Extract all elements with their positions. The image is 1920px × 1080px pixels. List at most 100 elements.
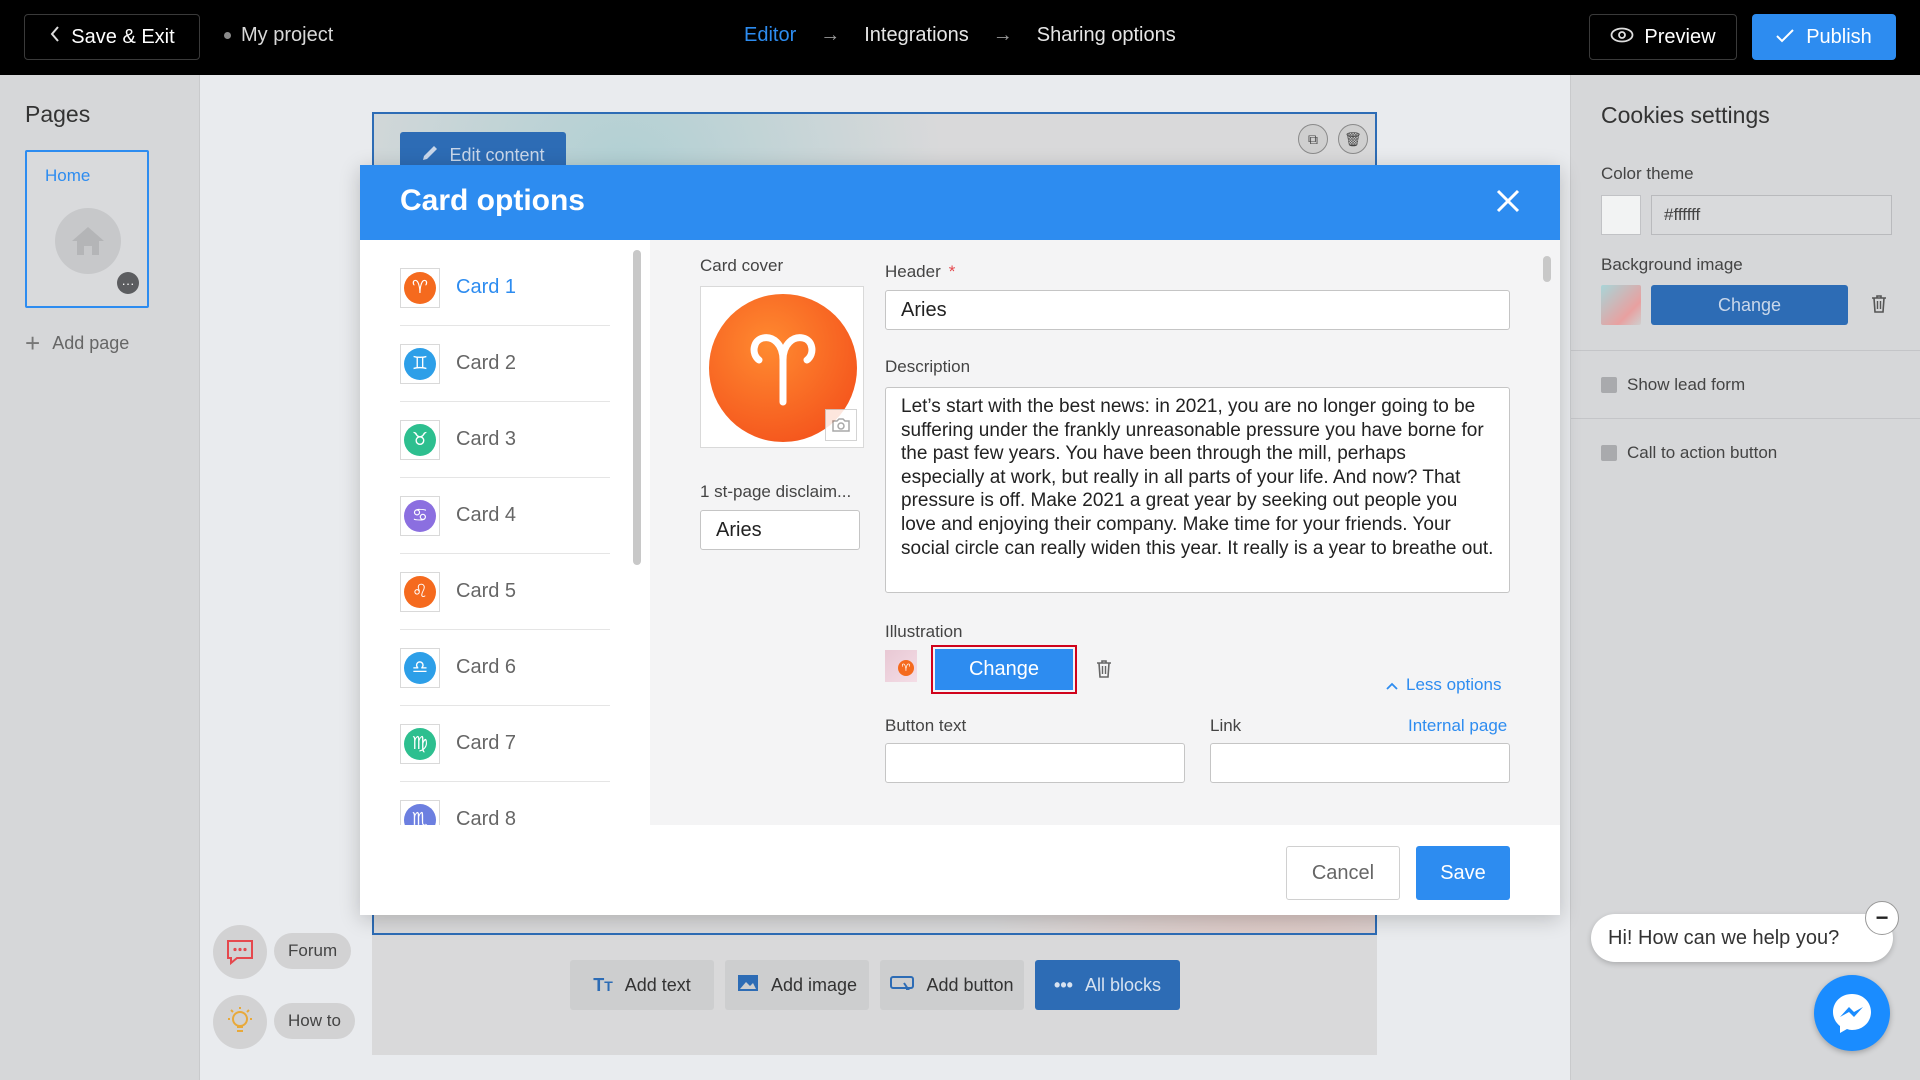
card-label: Card 5 xyxy=(456,580,517,602)
disclaimer-label: 1 st-page disclaim... xyxy=(700,482,852,501)
zodiac-icon: ♏ xyxy=(400,799,440,825)
page-label: Home xyxy=(45,166,91,185)
card-item-2[interactable]: ♊ Card 2 xyxy=(400,326,610,402)
cta-toggle[interactable]: Call to action button xyxy=(1601,443,1777,463)
divider xyxy=(1571,350,1920,351)
camera-icon[interactable] xyxy=(825,409,857,441)
step-nav: Editor → Integrations → Sharing options xyxy=(744,24,1176,47)
modal-header: Card options xyxy=(360,165,1560,240)
card-item-7[interactable]: ♍ Card 7 xyxy=(400,706,610,782)
card-item-4[interactable]: ♋ Card 4 xyxy=(400,478,610,554)
divider xyxy=(1571,418,1920,419)
less-options-link[interactable]: Less options xyxy=(1386,675,1501,695)
illustration-label: Illustration xyxy=(885,622,963,641)
page-thumbnail-home[interactable]: Home ··· xyxy=(25,150,149,308)
eye-icon xyxy=(1610,26,1634,49)
save-button[interactable]: Save xyxy=(1416,846,1510,900)
preview-button[interactable]: Preview xyxy=(1589,14,1737,60)
forum-label[interactable]: Forum xyxy=(274,933,352,969)
settings-title: Cookies settings xyxy=(1601,102,1770,128)
project-name[interactable]: My project xyxy=(224,24,333,47)
add-image-button[interactable]: Add image xyxy=(725,960,869,1010)
cancel-button[interactable]: Cancel xyxy=(1286,846,1400,900)
zodiac-icon: ♉ xyxy=(400,419,440,460)
trash-icon[interactable]: 🗑 xyxy=(1338,124,1368,154)
internal-page-link[interactable]: Internal page xyxy=(1408,716,1507,736)
trash-icon[interactable] xyxy=(1871,294,1887,320)
save-exit-label: Save & Exit xyxy=(71,25,175,48)
card-item-6[interactable]: ♎ Card 6 xyxy=(400,630,610,706)
step-editor[interactable]: Editor xyxy=(744,24,796,47)
arrow-right-icon: → xyxy=(820,24,841,46)
editor-scrollbar[interactable] xyxy=(1543,256,1551,282)
top-bar: Save & Exit My project Editor → Integrat… xyxy=(0,0,1920,75)
background-change-button[interactable]: Change xyxy=(1651,285,1848,325)
disclaimer-input[interactable]: Aries xyxy=(700,510,860,550)
zodiac-symbol: ♏ xyxy=(404,803,436,825)
close-icon[interactable] xyxy=(1492,185,1524,217)
duplicate-icon[interactable]: ⧉ xyxy=(1298,124,1328,154)
messenger-icon[interactable] xyxy=(1814,975,1890,1051)
arrow-right-icon: → xyxy=(992,24,1013,46)
step-sharing-options[interactable]: Sharing options xyxy=(1037,24,1176,47)
zodiac-symbol: ♍ xyxy=(404,727,436,760)
chevron-up-icon xyxy=(1386,675,1398,695)
required-icon: * xyxy=(948,262,956,281)
add-image-label: Add image xyxy=(770,974,858,995)
pages-title: Pages xyxy=(25,101,91,127)
zodiac-symbol: ♈ xyxy=(404,271,436,304)
card-label: Card 7 xyxy=(456,732,517,754)
color-swatch[interactable] xyxy=(1601,195,1641,235)
zodiac-icon: ♎ xyxy=(400,647,440,688)
card-label: Card 3 xyxy=(456,428,517,450)
forum-icon[interactable] xyxy=(213,925,267,979)
howto-label[interactable]: How to xyxy=(274,1003,355,1039)
illustration-change-button[interactable]: Change xyxy=(931,645,1077,694)
step-integrations[interactable]: Integrations xyxy=(864,24,969,47)
card-label: Card 4 xyxy=(456,504,517,526)
show-lead-form-toggle[interactable]: Show lead form xyxy=(1601,375,1745,395)
button-text-label: Button text xyxy=(885,716,967,735)
publish-button[interactable]: Publish xyxy=(1752,14,1896,60)
card-label: Card 2 xyxy=(456,352,517,374)
card-item-5[interactable]: ♌ Card 5 xyxy=(400,554,610,630)
card-list-scrollbar[interactable] xyxy=(633,250,641,565)
description-label: Description xyxy=(885,357,971,376)
description-textarea[interactable]: Let’s start with the best news: in 2021,… xyxy=(885,387,1510,593)
card-item-8[interactable]: ♏ Card 8 xyxy=(400,782,610,825)
checkbox[interactable] xyxy=(1601,377,1617,393)
minimize-icon[interactable]: − xyxy=(1865,901,1899,935)
lightbulb-icon[interactable] xyxy=(213,995,267,1049)
link-input[interactable] xyxy=(1210,743,1510,783)
zodiac-icon: ♌ xyxy=(400,571,440,612)
canvas-blocks-bar xyxy=(372,935,1377,1055)
modal-title: Card options xyxy=(400,184,585,217)
trash-icon[interactable] xyxy=(1096,659,1112,684)
zodiac-icon: ♈ xyxy=(400,267,440,308)
zodiac-icon: ♊ xyxy=(400,343,440,384)
more-icon[interactable]: ··· xyxy=(117,272,139,294)
card-cover-label: Card cover xyxy=(700,256,784,275)
save-exit-button[interactable]: Save & Exit xyxy=(24,14,200,60)
card-item-1[interactable]: ♈ Card 1 xyxy=(400,250,610,326)
card-cover-image[interactable] xyxy=(700,286,864,448)
add-button-button[interactable]: Add button xyxy=(880,960,1024,1010)
checkbox[interactable] xyxy=(1601,445,1617,461)
card-label: Card 6 xyxy=(456,656,517,678)
card-item-3[interactable]: ♉ Card 3 xyxy=(400,402,610,478)
edit-content-label: Edit content xyxy=(449,144,545,165)
chat-prompt[interactable]: Hi! How can we help you? xyxy=(1591,914,1893,962)
add-page-button[interactable]: + Add page xyxy=(25,330,129,356)
all-blocks-label: All blocks xyxy=(1084,974,1161,995)
button-text-input[interactable] xyxy=(885,743,1185,783)
color-theme-label: Color theme xyxy=(1601,164,1694,183)
background-image-thumbnail xyxy=(1601,285,1641,325)
color-hex-input[interactable]: #ffffff xyxy=(1651,195,1892,235)
all-blocks-button[interactable]: ••• All blocks xyxy=(1035,960,1180,1010)
header-input[interactable]: Aries xyxy=(885,290,1510,330)
text-icon: TT xyxy=(593,974,613,995)
link-label: Link xyxy=(1210,716,1242,735)
modal-footer: Cancel Save xyxy=(360,825,1560,915)
change-label: Change xyxy=(935,649,1073,690)
add-text-button[interactable]: TT Add text xyxy=(570,960,714,1010)
